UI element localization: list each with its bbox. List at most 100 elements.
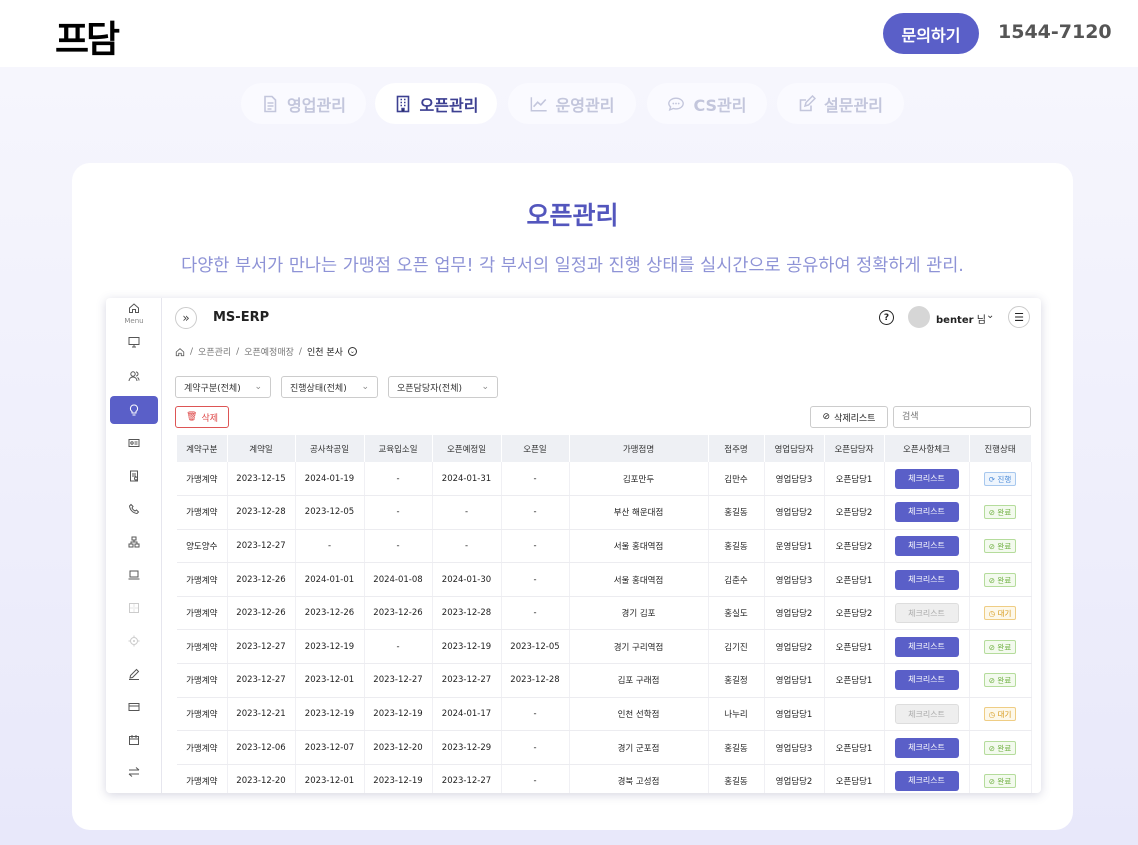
tab-open[interactable]: 오픈관리 <box>375 83 497 124</box>
chevron-down-icon[interactable]: ⌄ <box>986 310 994 321</box>
grid-icon[interactable] <box>110 594 158 622</box>
select-value: 계약구분(전체) <box>184 383 241 394</box>
monitor-icon[interactable] <box>110 328 158 356</box>
table-row[interactable]: 가맹계약 2023-12-06 2023-12-07 2023-12-20 2023-1… <box>177 730 1032 765</box>
checklist-button[interactable]: 체크리스트 <box>894 603 959 624</box>
checklist-button[interactable]: 체크리스트 <box>894 535 959 556</box>
checklist-button[interactable]: 체크리스트 <box>894 737 959 758</box>
table-cell: 오픈담당2 <box>824 596 885 631</box>
chevron-circle-icon[interactable]: ⌄ <box>347 347 357 356</box>
tab-cs[interactable]: CS관리 <box>647 83 767 124</box>
target-icon[interactable] <box>110 627 158 655</box>
avatar[interactable] <box>908 306 930 328</box>
table-cell: 체크리스트 <box>884 562 970 597</box>
table-cell: ⊘ 완료 <box>969 629 1032 665</box>
table-row[interactable]: 가맹계약 2023-12-26 2024-01-01 2024-01-08 2024-0… <box>177 562 1032 597</box>
users-icon[interactable] <box>110 362 158 390</box>
id-card-icon[interactable] <box>110 429 158 457</box>
table-row[interactable]: 양도양수 2023-12-27- - - - 서울 홍대역점 홍길동 운영담당1 오픈담당2 체크… <box>177 529 1032 564</box>
tab-survey[interactable]: 설문관리 <box>777 83 904 124</box>
table-cell <box>824 697 885 732</box>
table-cell: ◷ 대기 <box>969 697 1032 732</box>
table-cell: 오픈담당1 <box>824 663 885 698</box>
deleted-list-button[interactable]: ⊘ 삭제리스트 <box>810 406 888 428</box>
list-menu-button[interactable]: ☰ <box>1008 306 1030 328</box>
laptop-icon[interactable] <box>110 561 158 589</box>
calendar-icon[interactable] <box>110 726 158 754</box>
edit-icon <box>799 94 817 111</box>
tab-label: CS관리 <box>693 95 747 115</box>
checklist-button[interactable]: 체크리스트 <box>894 670 959 691</box>
column-header: 점주명 <box>708 435 765 462</box>
logo[interactable]: 프담 <box>55 9 120 63</box>
table-cell: 영업담당3 <box>764 462 825 497</box>
contract-type-select[interactable]: 계약구분(전체) ⌄ <box>175 376 271 398</box>
credit-card-icon[interactable] <box>110 693 158 721</box>
table-row[interactable]: 가맹계약 2023-12-21 2023-12-19 2023-12-19 2024-0… <box>177 697 1032 732</box>
home-icon[interactable] <box>110 300 158 316</box>
table-cell: - <box>501 495 570 530</box>
table-cell: 홍길동 <box>708 529 765 564</box>
table-cell: 2023-12-15 <box>227 462 296 497</box>
search-input[interactable] <box>893 406 1031 428</box>
list-icon: ☰ <box>1014 310 1024 324</box>
column-header: 영업담당자 <box>764 435 825 462</box>
status-select[interactable]: 진행상태(전체) ⌄ <box>281 376 378 398</box>
breadcrumb-item[interactable]: 오픈관리 <box>198 345 231 358</box>
table-cell: 2024-01-17 <box>432 697 502 732</box>
swap-icon[interactable] <box>110 758 158 786</box>
chevron-down-icon: ⌄ <box>481 382 489 392</box>
help-icon[interactable]: ? <box>879 310 894 325</box>
phone-icon[interactable] <box>110 495 158 523</box>
table-row[interactable]: 가맹계약 2023-12-27 2023-12-01 2023-12-27 2023-1… <box>177 663 1032 698</box>
table-cell: 2023-12-05 <box>501 629 570 665</box>
table-row[interactable]: 가맹계약 2023-12-26 2023-12-26 2023-12-26 2023-1… <box>177 596 1032 631</box>
table-row[interactable]: 가맹계약 2023-12-20 2023-12-01 2023-12-19 2023-1… <box>177 764 1032 793</box>
table-cell: 경북 고성점 <box>569 764 709 793</box>
checklist-button[interactable]: 체크리스트 <box>894 636 959 657</box>
status-badge: ⊘ 완료 <box>983 639 1017 654</box>
checklist-button[interactable]: 체크리스트 <box>894 468 959 489</box>
open-manager-select[interactable]: 오픈담당자(전체) ⌄ <box>388 376 498 398</box>
receipt-icon[interactable] <box>110 462 158 490</box>
lightbulb-icon[interactable] <box>110 396 158 424</box>
tab-operation[interactable]: 운영관리 <box>508 83 636 124</box>
status-label: 진행 <box>997 474 1012 484</box>
table-cell: 오픈담당1 <box>824 764 885 793</box>
breadcrumb-item[interactable]: 오픈예정매장 <box>244 345 294 358</box>
table-cell: - <box>364 629 433 665</box>
table-row[interactable]: 가맹계약 2023-12-28 2023-12-05- - - 부산 해운대점 홍길동 영업담… <box>177 495 1032 530</box>
delete-button[interactable]: 🗑 삭제 <box>175 406 229 428</box>
table-cell: 홍길동 <box>708 495 765 530</box>
table-cell: - <box>501 562 570 597</box>
table-cell: 홍길정 <box>708 663 765 698</box>
inquiry-button[interactable]: 문의하기 <box>883 13 979 54</box>
table-row[interactable]: 가맹계약 2023-12-15 2024-01-19-2024-01-31- 김포만두… <box>177 462 1032 497</box>
table-cell: ⊘ 완료 <box>969 663 1032 698</box>
table-cell: 2023-12-26 <box>227 562 296 597</box>
user-menu[interactable]: benter 님 <box>936 311 986 326</box>
tab-sales[interactable]: 영업관리 <box>241 83 366 124</box>
column-header: 공사착공일 <box>295 435 365 462</box>
checklist-button[interactable]: 체크리스트 <box>894 569 959 590</box>
status-badge: ⊘ 완료 <box>983 740 1017 755</box>
table-cell: 김포만두 <box>569 462 709 497</box>
table-cell: - <box>501 697 570 732</box>
delete-label: 삭제 <box>201 413 218 424</box>
table-cell: 체크리스트 <box>884 663 970 698</box>
table-cell: 2023-12-19 <box>432 629 502 665</box>
sitemap-icon[interactable] <box>110 528 158 556</box>
table-cell: 2023-12-28 <box>501 663 570 698</box>
checklist-button[interactable]: 체크리스트 <box>894 771 959 792</box>
table-cell: ⟳ 진행 <box>969 462 1032 497</box>
breadcrumb-current[interactable]: 인천 본사 <box>307 345 343 358</box>
expand-menu-button[interactable]: » <box>175 307 197 329</box>
checklist-button[interactable]: 체크리스트 <box>894 502 959 523</box>
status-label: 대기 <box>997 609 1012 619</box>
table-cell: - <box>501 596 570 631</box>
pen-icon[interactable] <box>110 660 158 688</box>
checklist-button[interactable]: 체크리스트 <box>894 703 959 724</box>
document-icon <box>264 95 277 112</box>
home-icon[interactable] <box>175 347 185 357</box>
table-row[interactable]: 가맹계약 2023-12-27 2023-12-19-2023-12-19 2023-… <box>177 629 1032 665</box>
